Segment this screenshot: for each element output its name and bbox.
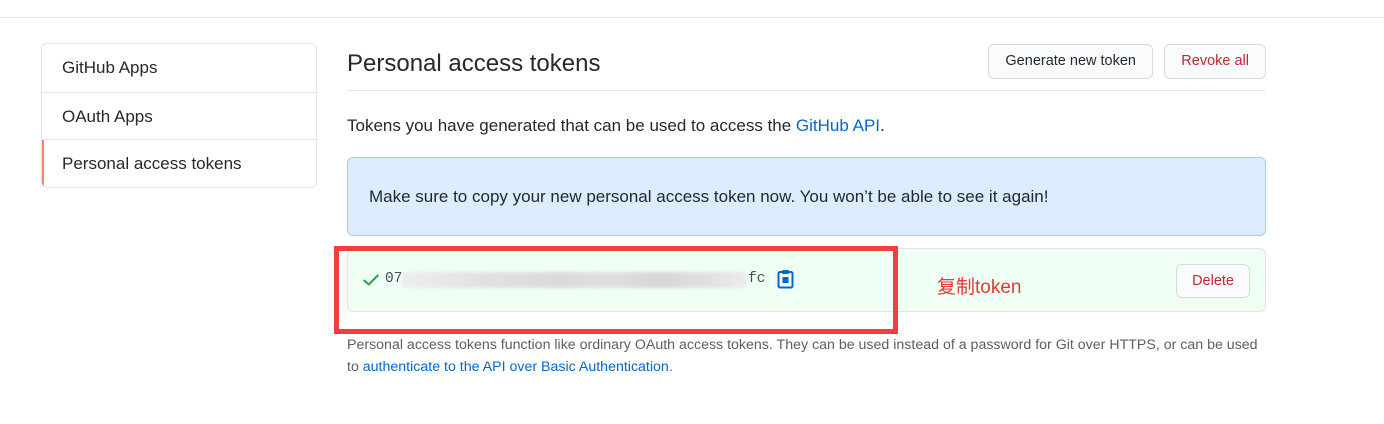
flash-message: Make sure to copy your new personal acce… [369,187,1049,206]
flash-notice: Make sure to copy your new personal acce… [347,157,1266,236]
basic-auth-link[interactable]: authenticate to the API over Basic Authe… [363,359,669,375]
sidebar-item-oauth-apps[interactable]: OAuth Apps [42,91,316,140]
annotation-highlight-box [334,246,898,334]
annotation-label: 复制token [937,277,1022,298]
note-end: . [668,359,673,375]
page-description: Tokens you have generated that can be us… [347,116,885,136]
generate-new-token-button[interactable]: Generate new token [988,44,1153,79]
page-title: Personal access tokens [347,50,601,77]
top-divider [0,17,1384,18]
sidebar-item-github-apps[interactable]: GitHub Apps [42,44,316,92]
delete-token-button[interactable]: Delete [1176,264,1250,298]
revoke-all-button[interactable]: Revoke all [1164,44,1266,79]
description-end: . [880,116,885,135]
description-text: Tokens you have generated that can be us… [347,116,796,135]
github-api-link[interactable]: GitHub API [796,116,880,135]
sidebar-item-personal-access-tokens[interactable]: Personal access tokens [42,139,316,187]
settings-sidebar: GitHub Apps OAuth Apps Personal access t… [41,43,317,188]
token-footnote: Personal access tokens function like ord… [347,334,1267,378]
main-content: Personal access tokens Generate new toke… [347,43,1266,312]
page-header: Personal access tokens Generate new toke… [347,43,1266,91]
